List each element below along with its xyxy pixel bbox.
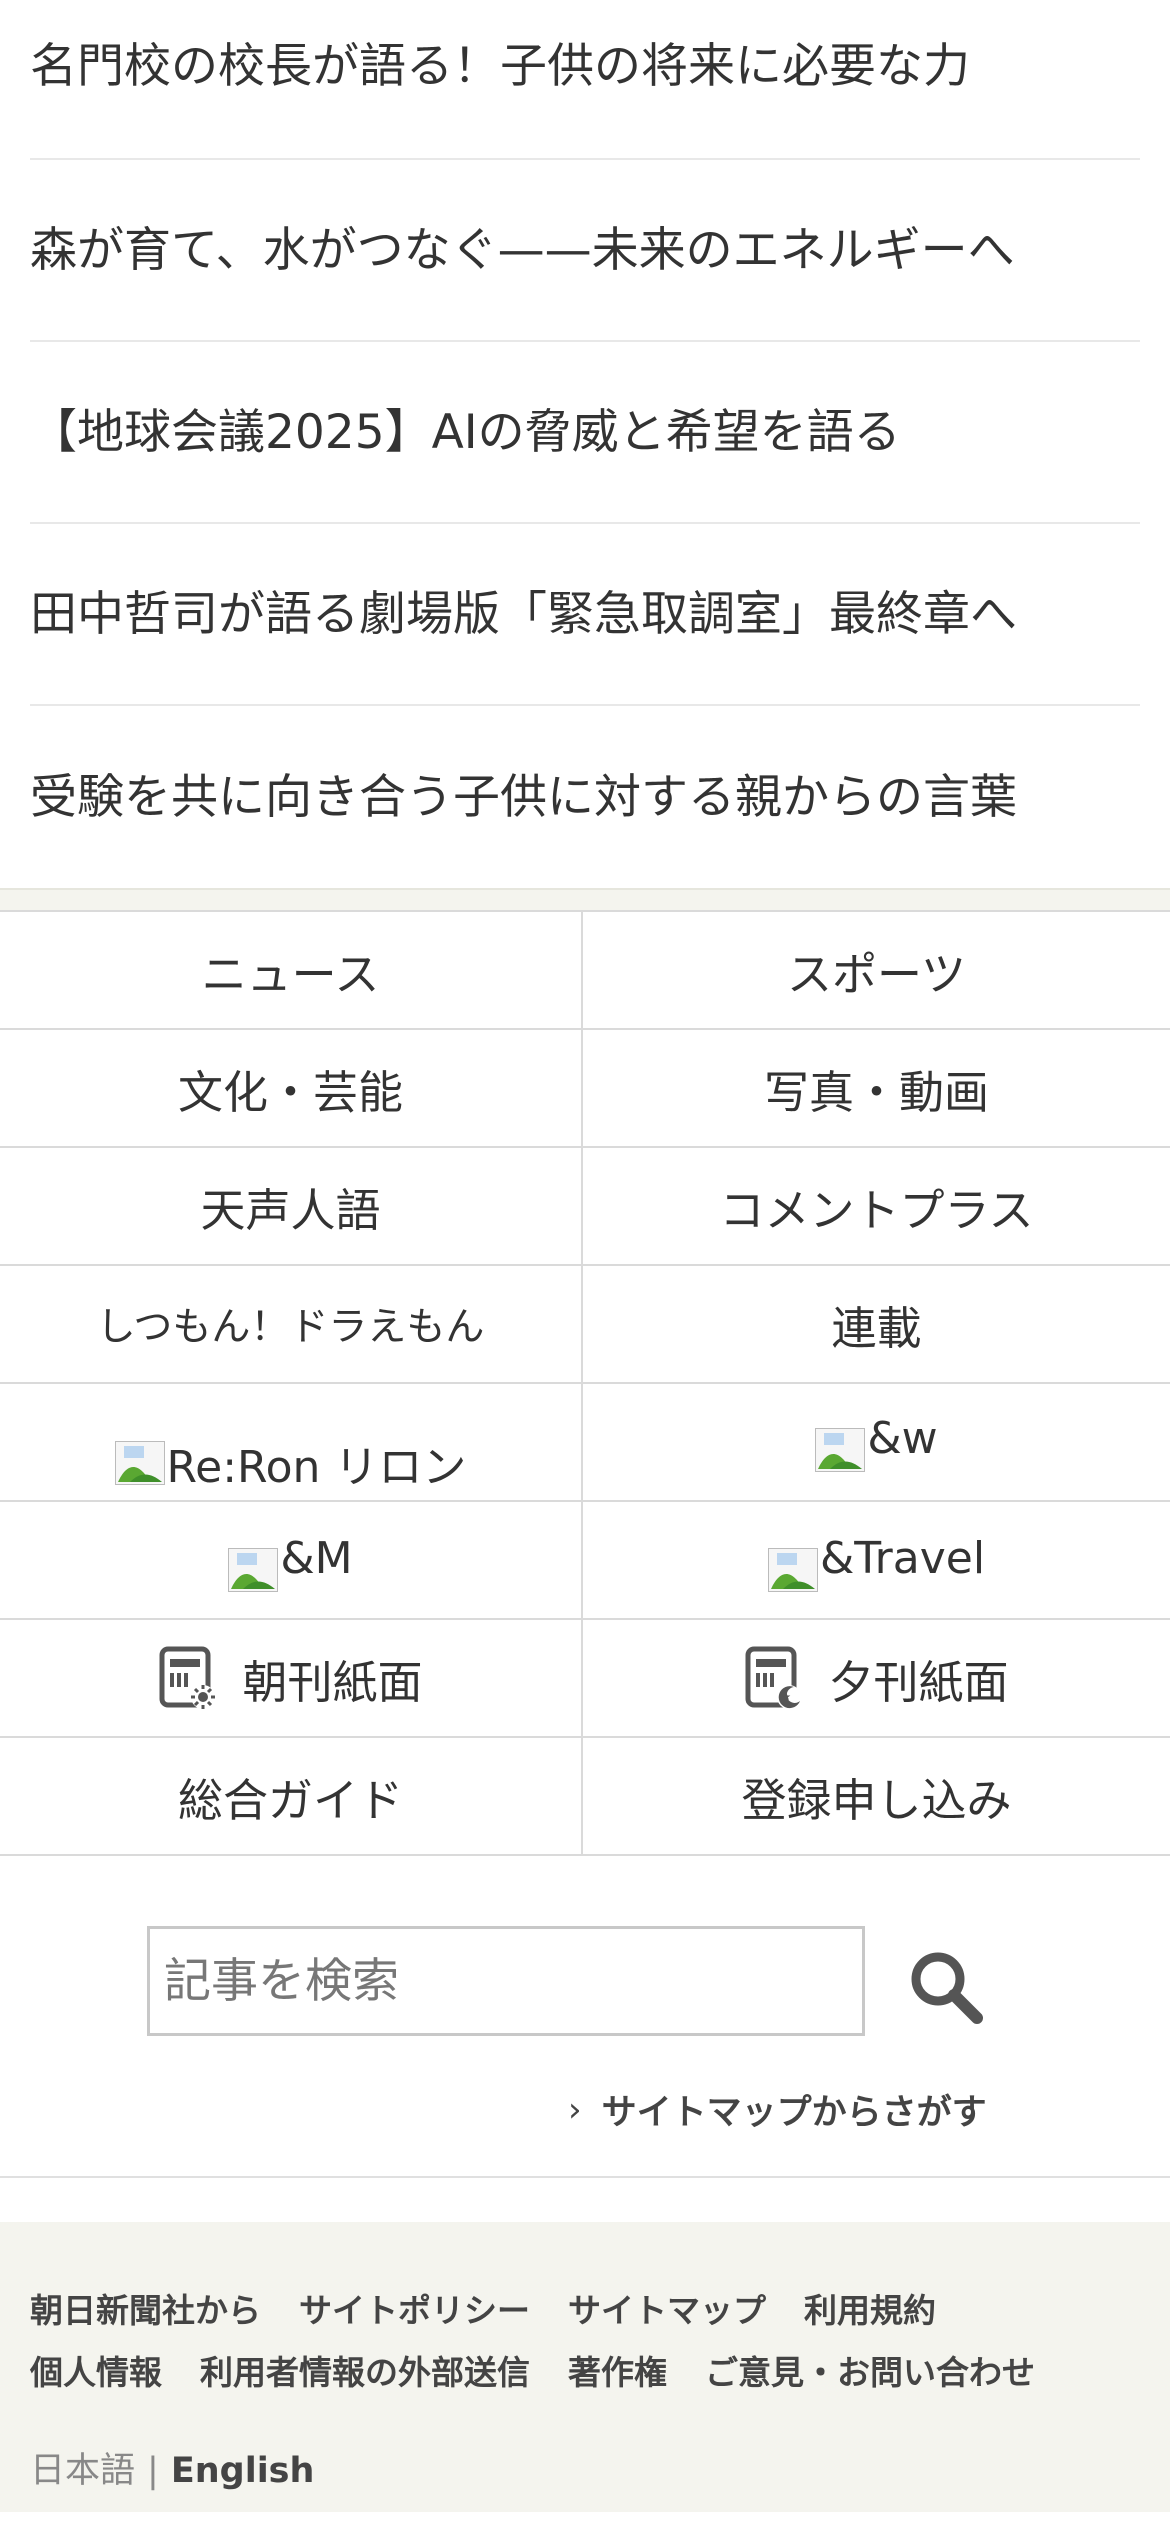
footer-link-terms[interactable]: 利用規約 xyxy=(804,2280,936,2342)
menu-item-evening-paper[interactable]: ★ 夕刊紙面 xyxy=(583,1620,1170,1738)
footer-link-policy[interactable]: サイトポリシー xyxy=(299,2280,530,2342)
menu-item-photo-video[interactable]: 写真・動画 xyxy=(583,1030,1170,1148)
svg-text:★: ★ xyxy=(782,1692,791,1703)
article-link[interactable]: 森が育て、水がつなぐ——未来のエネルギーへ xyxy=(30,160,1140,342)
menu-label: 天声人語 xyxy=(200,1183,381,1237)
menu-label: &w xyxy=(867,1412,938,1464)
lang-separator: | xyxy=(147,2451,159,2491)
menu-label: 登録申し込み xyxy=(741,1773,1012,1827)
footer-links: 朝日新聞社から サイトポリシー サイトマップ 利用規約 個人情報 利用者情報の外… xyxy=(30,2280,1140,2404)
menu-item-and-travel[interactable]: &Travel xyxy=(583,1502,1170,1620)
footer-link-external-transmission[interactable]: 利用者情報の外部送信 xyxy=(200,2342,530,2404)
footer: 朝日新聞社から サイトポリシー サイトマップ 利用規約 個人情報 利用者情報の外… xyxy=(0,2222,1170,2512)
article-link[interactable]: 名門校の校長が語る！子供の将来に必要な力 xyxy=(30,0,1140,160)
menu-label: しつもん！ドラえもん xyxy=(96,1305,485,1350)
footer-gap xyxy=(0,2178,1170,2222)
footer-link-about[interactable]: 朝日新聞社から xyxy=(30,2280,261,2342)
sitemap-link-label: サイトマップからさがす xyxy=(601,2093,987,2133)
footer-link-contact[interactable]: ご意見・お問い合わせ xyxy=(705,2342,1035,2404)
footer-link-sitemap[interactable]: サイトマップ xyxy=(568,2280,766,2342)
menu-label: 朝刊紙面 xyxy=(242,1655,423,1709)
broken-image-icon xyxy=(815,1428,866,1472)
menu-label: Re:Ron リロン xyxy=(166,1442,467,1493)
broken-image-icon xyxy=(114,1441,165,1485)
menu-item-register[interactable]: 登録申し込み xyxy=(583,1738,1170,1856)
menu-item-culture[interactable]: 文化・芸能 xyxy=(0,1030,583,1148)
search-input[interactable] xyxy=(147,1926,865,2036)
menu-label: コメントプラス xyxy=(719,1183,1034,1237)
menu-label: ニュース xyxy=(201,947,380,1001)
menu-label: 文化・芸能 xyxy=(177,1065,403,1119)
footer-link-privacy[interactable]: 個人情報 xyxy=(30,2342,162,2404)
lang-english-link[interactable]: English xyxy=(171,2451,315,2491)
language-switcher: 日本語 | English xyxy=(30,2442,1140,2493)
search-button[interactable] xyxy=(905,1946,985,2026)
menu-label: 写真・動画 xyxy=(763,1065,989,1119)
menu-item-rensai[interactable]: 連載 xyxy=(583,1266,1170,1384)
broken-image-icon xyxy=(767,1548,818,1592)
menu-label: 連載 xyxy=(831,1301,922,1355)
menu-item-reron[interactable]: Re:Ron リロン xyxy=(0,1384,583,1502)
menu-label: 夕刊紙面 xyxy=(828,1655,1009,1709)
article-link[interactable]: 田中哲司が語る劇場版「緊急取調室」最終章へ xyxy=(30,524,1140,706)
menu-item-sports[interactable]: スポーツ xyxy=(583,912,1170,1030)
footer-link-copyright[interactable]: 著作権 xyxy=(568,2342,667,2404)
search-icon xyxy=(911,1952,983,2024)
morning-paper-icon xyxy=(159,1646,216,1709)
menu-item-morning-paper[interactable]: 朝刊紙面 xyxy=(0,1620,583,1738)
evening-paper-icon: ★ xyxy=(745,1646,802,1709)
menu-item-and-w[interactable]: &w xyxy=(583,1384,1170,1502)
search-section: › サイトマップからさがす xyxy=(0,1856,1170,2178)
menu-label: スポーツ xyxy=(786,947,967,1001)
section-divider xyxy=(0,888,1170,910)
menu-item-news[interactable]: ニュース xyxy=(0,912,583,1030)
article-link[interactable]: 受験を共に向き合う子供に対する親からの言葉 xyxy=(30,706,1140,888)
lang-japanese: 日本語 xyxy=(30,2451,136,2491)
and-w-logo: &w xyxy=(815,1404,938,1472)
menu-item-and-m[interactable]: &M xyxy=(0,1502,583,1620)
menu-label: &M xyxy=(280,1532,353,1584)
menu-label: 総合ガイド xyxy=(177,1773,403,1827)
article-link[interactable]: 【地球会議2025】AIの脅威と希望を語る xyxy=(30,342,1140,524)
menu-item-tenseijingo[interactable]: 天声人語 xyxy=(0,1148,583,1266)
and-m-logo: &M xyxy=(228,1524,353,1592)
category-menu: ニュース スポーツ 文化・芸能 写真・動画 天声人語 コメントプラス しつもん！… xyxy=(0,910,1170,1856)
menu-label: &Travel xyxy=(819,1532,986,1584)
chevron-right-icon: › xyxy=(568,2089,582,2130)
reron-logo: Re:Ron リロン xyxy=(114,1431,467,1495)
menu-item-shitsumon[interactable]: しつもん！ドラえもん xyxy=(0,1266,583,1384)
article-list: 名門校の校長が語る！子供の将来に必要な力 森が育て、水がつなぐ——未来のエネルギ… xyxy=(0,0,1170,888)
sitemap-search-link[interactable]: › サイトマップからさがす xyxy=(568,2084,987,2135)
menu-item-comment-plus[interactable]: コメントプラス xyxy=(583,1148,1170,1266)
and-travel-logo: &Travel xyxy=(767,1524,986,1592)
menu-item-guide[interactable]: 総合ガイド xyxy=(0,1738,583,1856)
broken-image-icon xyxy=(228,1548,279,1592)
